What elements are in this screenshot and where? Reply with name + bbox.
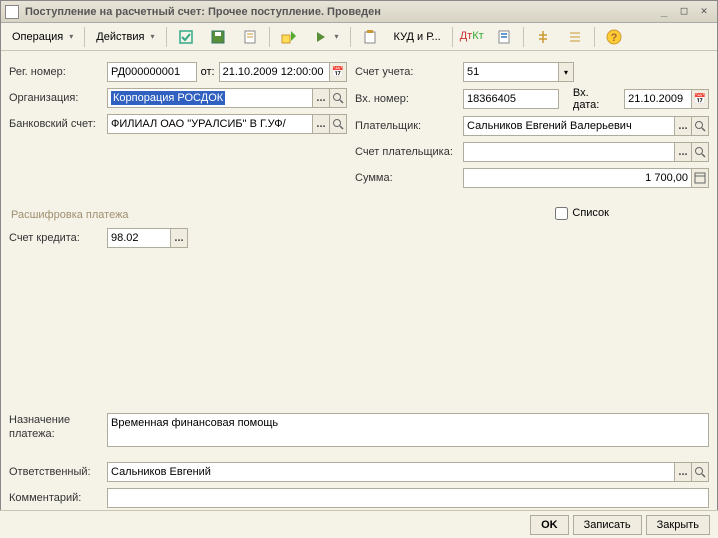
help-icon: ? (606, 29, 622, 45)
dtkt-button[interactable]: ДтКт (457, 26, 487, 48)
vh-date-cal-button[interactable]: 📅 (691, 89, 709, 109)
purpose-textarea[interactable]: Временная финансовая помощь (107, 413, 709, 447)
window-title: Поступление на расчетный счет: Прочее по… (25, 6, 653, 18)
account-label: Счет учета: (355, 66, 463, 78)
account-dropdown[interactable]: ▾ (558, 62, 574, 82)
structure-button[interactable] (528, 26, 558, 48)
org-input[interactable]: Корпорация РОСДОК (107, 88, 313, 108)
comment-label: Комментарий: (9, 492, 107, 504)
list-checkbox-input[interactable] (555, 207, 568, 220)
bank-select-button[interactable]: ... (312, 114, 330, 134)
payer-select-button[interactable]: ... (674, 116, 692, 136)
org-select-button[interactable]: ... (312, 88, 330, 108)
bank-acc-label: Банковский счет: (9, 118, 107, 130)
minimize-button[interactable]: _ (655, 4, 673, 20)
org-lookup-button[interactable] (329, 88, 347, 108)
list-checkbox-label: Список (572, 207, 609, 219)
from-label: от: (201, 66, 215, 78)
payer-acc-input[interactable] (463, 142, 675, 162)
reg-no-input[interactable]: РД000000001 (107, 62, 197, 82)
vh-date-label: Вх. дата: (573, 87, 618, 111)
post-button[interactable] (171, 26, 201, 48)
reg-no-label: Рег. номер: (9, 66, 107, 78)
list-checkbox[interactable]: Список (555, 207, 609, 220)
vh-no-input[interactable]: 18366405 (463, 89, 559, 109)
close-button[interactable]: ✕ (695, 4, 713, 20)
ok-button[interactable]: OK (530, 515, 569, 535)
form-body: Рег. номер: РД000000001 от: 21.10.2009 1… (1, 51, 717, 517)
list-icon (567, 29, 583, 45)
go-button[interactable] (306, 26, 346, 48)
search-icon (694, 466, 706, 478)
kudir-button[interactable]: КУД и Р... (387, 26, 448, 48)
payer-acc-lookup-button[interactable] (691, 142, 709, 162)
report-button[interactable] (489, 26, 519, 48)
list-button[interactable] (560, 26, 590, 48)
operation-menu[interactable]: Операция (5, 26, 80, 48)
maximize-button[interactable]: □ (675, 4, 693, 20)
responsible-input[interactable]: Сальников Евгений (107, 462, 675, 482)
calc-button[interactable] (691, 168, 709, 188)
payer-acc-label: Счет плательщика: (355, 146, 463, 158)
sum-label: Сумма: (355, 172, 463, 184)
basedon-icon (281, 29, 297, 45)
post-icon (178, 29, 194, 45)
actions-menu[interactable]: Действия (89, 26, 161, 48)
comment-input[interactable] (107, 488, 709, 508)
responsible-label: Ответственный: (9, 466, 107, 478)
payer-input[interactable]: Сальников Евгений Валерьевич (463, 116, 675, 136)
date-input[interactable]: 21.10.2009 12:00:00 (219, 62, 331, 82)
responsible-lookup-button[interactable] (691, 462, 709, 482)
payer-acc-select-button[interactable]: ... (674, 142, 692, 162)
credit-acc-label: Счет кредита: (9, 232, 107, 244)
close-footer-button[interactable]: Закрыть (646, 515, 710, 535)
org-label: Организация: (9, 92, 107, 104)
save-icon (210, 29, 226, 45)
calendar-button[interactable]: 📅 (329, 62, 347, 82)
go-icon (313, 29, 329, 45)
payer-label: Плательщик: (355, 120, 463, 132)
vh-date-input[interactable]: 21.10.2009 (624, 89, 692, 109)
payer-lookup-button[interactable] (691, 116, 709, 136)
titlebar: Поступление на расчетный счет: Прочее по… (1, 1, 717, 23)
clipboard-button[interactable] (355, 26, 385, 48)
credit-acc-input[interactable]: 98.02 (107, 228, 171, 248)
bank-acc-input[interactable]: ФИЛИАЛ ОАО "УРАЛСИБ" В Г.УФ/ (107, 114, 313, 134)
search-icon (332, 118, 344, 130)
calc-icon (694, 172, 706, 184)
vh-no-label: Вх. номер: (355, 93, 463, 105)
search-icon (694, 146, 706, 158)
bank-lookup-button[interactable] (329, 114, 347, 134)
decode-header: Расшифровка платежа (9, 209, 129, 221)
report-icon (496, 29, 512, 45)
credit-acc-select-button[interactable]: ... (170, 228, 188, 248)
save-button[interactable] (203, 26, 233, 48)
footer: OK Записать Закрыть (0, 510, 718, 538)
svg-text:?: ? (610, 32, 617, 44)
dtkt-icon: ДтКт (464, 29, 480, 45)
account-input[interactable]: 51 (463, 62, 559, 82)
doc-button[interactable] (235, 26, 265, 48)
purpose-label: Назначениеплатежа: (9, 413, 107, 441)
based-on-button[interactable] (274, 26, 304, 48)
help-button[interactable]: ? (599, 26, 629, 48)
document-icon (242, 29, 258, 45)
window-icon (5, 5, 19, 19)
clipboard-icon (362, 29, 378, 45)
sum-input[interactable]: 1 700,00 (463, 168, 692, 188)
toolbar: Операция Действия КУД и Р... ДтКт ? (1, 23, 717, 51)
structure-icon (535, 29, 551, 45)
save-footer-button[interactable]: Записать (573, 515, 642, 535)
search-icon (694, 120, 706, 132)
responsible-select-button[interactable]: ... (674, 462, 692, 482)
search-icon (332, 92, 344, 104)
